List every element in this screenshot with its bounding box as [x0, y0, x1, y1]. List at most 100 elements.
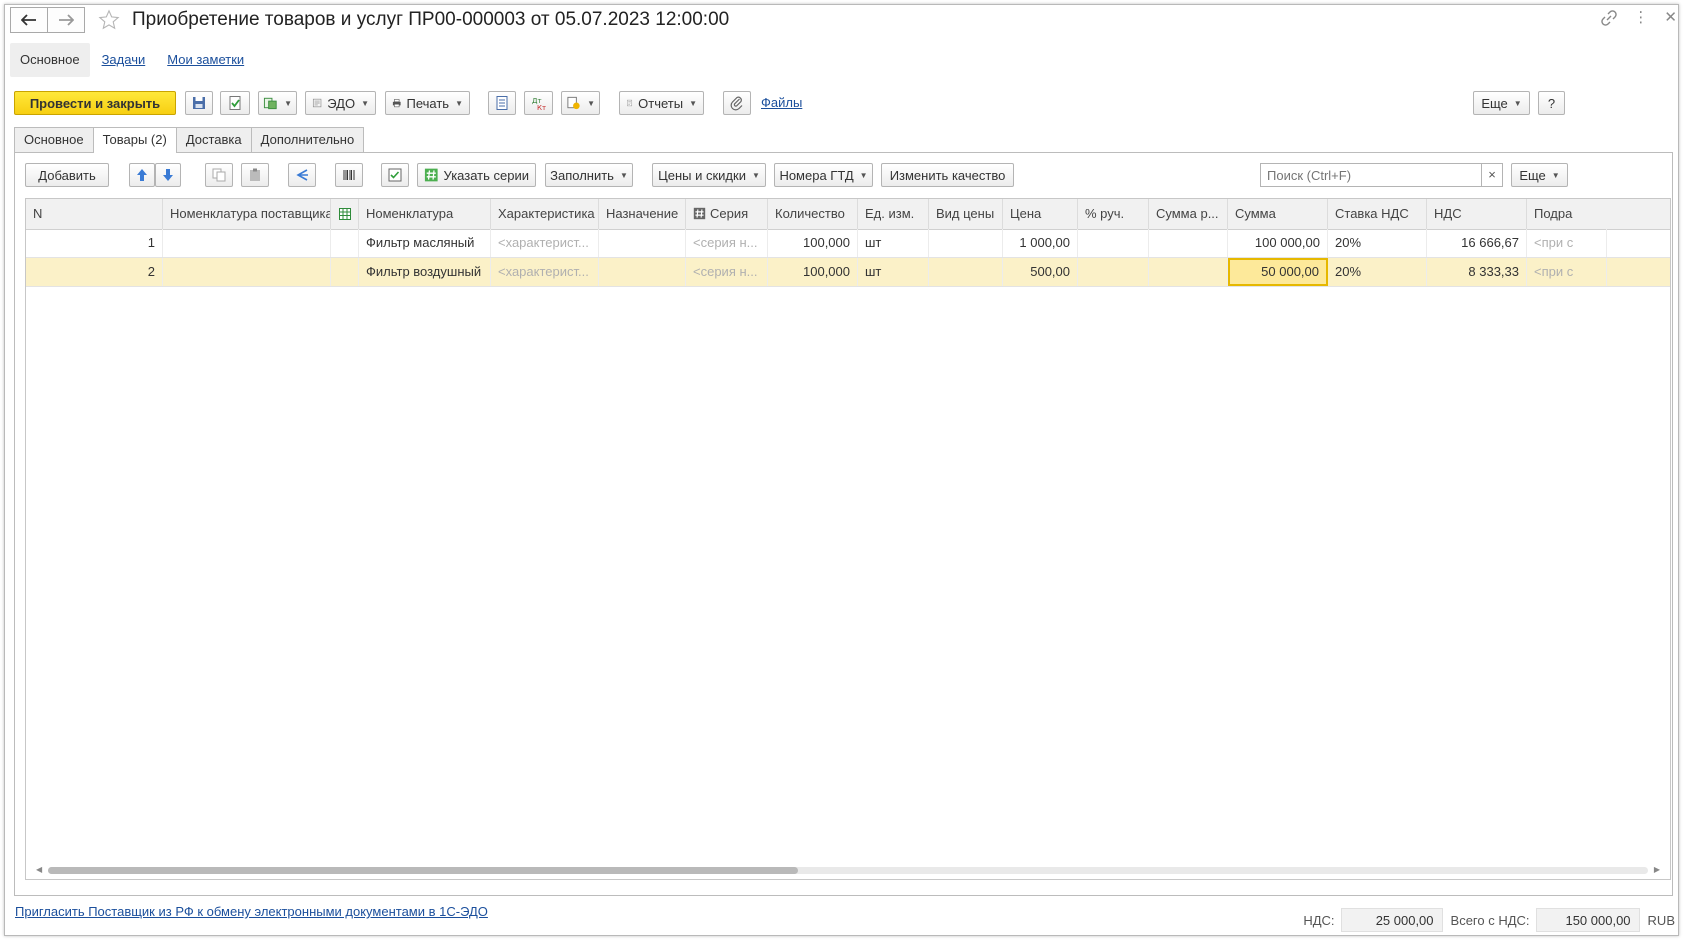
column-header-unit[interactable]: Ед. изм. [858, 199, 929, 229]
back-button[interactable] [10, 7, 48, 33]
document-structure-button[interactable] [488, 91, 516, 115]
column-header-series[interactable]: Серия [686, 199, 768, 229]
cell-manual-pct[interactable] [1078, 229, 1149, 257]
cell-supplier-item[interactable] [163, 258, 331, 286]
cell-division[interactable]: <при с [1527, 229, 1607, 257]
move-up-button[interactable] [129, 163, 155, 187]
attach-file-button[interactable] [723, 91, 751, 115]
cell-n[interactable]: 2 [26, 258, 163, 286]
post-and-close-button[interactable]: Провести и закрыть [14, 91, 176, 115]
dt-kt-button[interactable]: Дт Кт [524, 91, 553, 115]
cell-vat-rate[interactable]: 20% [1328, 229, 1427, 257]
horizontal-scrollbar[interactable]: ◀ ▶ [36, 865, 1660, 875]
clear-search-icon[interactable]: × [1481, 163, 1503, 187]
print-button[interactable]: Печать ▼ [385, 91, 470, 115]
add-row-button[interactable]: Добавить [25, 163, 109, 187]
more-button[interactable]: Еще ▼ [1473, 91, 1530, 115]
column-header-price[interactable]: Цена [1003, 199, 1078, 229]
table-row[interactable]: 2 Фильтр воздушный <характерист... <сери… [26, 258, 1670, 287]
cell-unit[interactable]: шт [858, 258, 929, 286]
scrollbar-thumb[interactable] [48, 867, 798, 874]
scroll-left-icon[interactable]: ◀ [36, 865, 42, 874]
cell-mark[interactable] [331, 229, 359, 257]
column-header-n[interactable]: N [26, 199, 163, 229]
cell-purpose[interactable] [599, 258, 686, 286]
copy-rows-button[interactable] [205, 163, 233, 187]
section-notes[interactable]: Мои заметки [157, 43, 254, 77]
scroll-right-icon[interactable]: ▶ [1654, 865, 1660, 874]
cell-mark[interactable] [331, 258, 359, 286]
section-tasks[interactable]: Задачи [92, 43, 156, 77]
reports-button[interactable]: Отчеты ▼ [619, 91, 704, 115]
table-more-button[interactable]: Еще ▼ [1511, 163, 1568, 187]
table-row[interactable]: 1 Фильтр масляный <характерист... <серия… [26, 229, 1670, 258]
column-header-price-type[interactable]: Вид цены [929, 199, 1003, 229]
split-row-button[interactable] [288, 163, 316, 187]
edo-button[interactable]: ЭДО ▼ [305, 91, 376, 115]
fill-button[interactable]: Заполнить ▼ [545, 163, 633, 187]
column-header-purpose[interactable]: Назначение [599, 199, 686, 229]
column-header-supplier-item[interactable]: Номенклатура поставщика [163, 199, 331, 229]
change-quality-button[interactable]: Изменить качество [881, 163, 1014, 187]
specify-series-button[interactable]: Указать серии [417, 163, 536, 187]
cell-vat-rate[interactable]: 20% [1328, 258, 1427, 286]
cell-division[interactable]: <при с [1527, 258, 1607, 286]
cell-supplier-item[interactable] [163, 229, 331, 257]
cell-n[interactable]: 1 [26, 229, 163, 257]
cell-price[interactable]: 500,00 [1003, 258, 1078, 286]
move-down-button[interactable] [155, 163, 181, 187]
column-header-item[interactable]: Номенклатура [359, 199, 491, 229]
files-link[interactable]: Файлы [761, 95, 802, 110]
column-header-quantity[interactable]: Количество [768, 199, 858, 229]
cell-purpose[interactable] [599, 229, 686, 257]
cell-characteristic[interactable]: <характерист... [491, 229, 599, 257]
cell-price-type[interactable] [929, 258, 1003, 286]
link-icon[interactable] [1601, 10, 1618, 26]
column-header-characteristic[interactable]: Характеристика [491, 199, 599, 229]
cell-manual-pct[interactable] [1078, 258, 1149, 286]
close-icon[interactable]: ✕ [1664, 10, 1677, 26]
help-button[interactable]: ? [1538, 91, 1565, 115]
cell-quantity[interactable]: 100,000 [768, 258, 858, 286]
cell-price[interactable]: 1 000,00 [1003, 229, 1078, 257]
column-header-mark[interactable] [331, 199, 359, 229]
cell-sum[interactable]: 100 000,00 [1228, 229, 1328, 257]
search-input[interactable] [1260, 163, 1482, 187]
cell-vat[interactable]: 16 666,67 [1427, 229, 1527, 257]
column-header-vat-rate[interactable]: Ставка НДС [1328, 199, 1427, 229]
tab-main[interactable]: Основное [14, 127, 94, 152]
pick-goods-button[interactable] [381, 163, 409, 187]
cell-price-type[interactable] [929, 229, 1003, 257]
cell-series[interactable]: <серия н... [686, 229, 768, 257]
cell-vat[interactable]: 8 333,33 [1427, 258, 1527, 286]
column-header-vat[interactable]: НДС [1427, 199, 1527, 229]
barcode-button[interactable] [335, 163, 363, 187]
column-header-manual-pct[interactable]: % руч. [1078, 199, 1149, 229]
column-header-sum[interactable]: Сумма [1228, 199, 1328, 229]
cell-quantity[interactable]: 100,000 [768, 229, 858, 257]
cell-unit[interactable]: шт [858, 229, 929, 257]
invite-edo-link[interactable]: Пригласить Поставщик из РФ к обмену элек… [15, 904, 488, 919]
forward-button[interactable] [48, 7, 85, 33]
cell-item[interactable]: Фильтр масляный [359, 229, 491, 257]
cell-item[interactable]: Фильтр воздушный [359, 258, 491, 286]
section-main[interactable]: Основное [10, 43, 90, 77]
cell-manual-sum[interactable] [1149, 229, 1228, 257]
tab-delivery[interactable]: Доставка [175, 127, 252, 152]
tab-goods[interactable]: Товары (2) [92, 127, 177, 153]
column-header-manual-sum[interactable]: Сумма р... [1149, 199, 1228, 229]
column-header-division[interactable]: Подра [1527, 199, 1607, 229]
save-button[interactable] [185, 91, 213, 115]
tab-additional[interactable]: Дополнительно [250, 127, 365, 152]
create-based-on-button[interactable]: ▼ [258, 91, 297, 115]
kebab-menu-icon[interactable]: ⋮ [1633, 10, 1648, 26]
cell-characteristic[interactable]: <характерист... [491, 258, 599, 286]
gtd-numbers-button[interactable]: Номера ГТД ▼ [774, 163, 873, 187]
cell-series[interactable]: <серия н... [686, 258, 768, 286]
star-icon[interactable] [98, 9, 120, 31]
post-button[interactable] [220, 91, 250, 115]
related-documents-button[interactable]: ▼ [561, 91, 600, 115]
paste-rows-button[interactable] [241, 163, 269, 187]
cell-manual-sum[interactable] [1149, 258, 1228, 286]
prices-discounts-button[interactable]: Цены и скидки ▼ [652, 163, 766, 187]
